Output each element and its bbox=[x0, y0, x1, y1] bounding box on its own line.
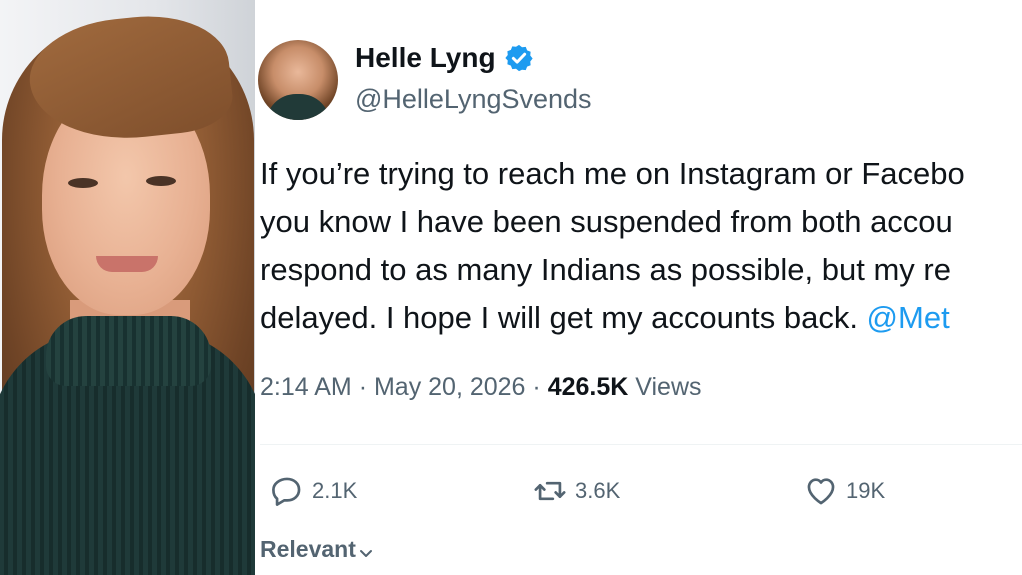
photo-turtleneck bbox=[46, 316, 211, 386]
replies-sort-label: Relevant bbox=[260, 536, 356, 562]
reply-count: 2.1K bbox=[312, 478, 358, 503]
tweet-card: Helle Lyng @HelleLyngSvends If you’re tr… bbox=[255, 0, 1022, 575]
views-count: 426.5K bbox=[547, 373, 629, 401]
profile-photo bbox=[0, 0, 255, 575]
reply-button[interactable]: 2.1K bbox=[270, 474, 357, 508]
photo-mouth bbox=[96, 256, 158, 272]
tweet-text-line: delayed. I hope I will get my accounts b… bbox=[260, 294, 1022, 342]
tweet-text-line: you know I have been suspended from both… bbox=[260, 204, 953, 239]
like-count: 19K bbox=[846, 478, 886, 503]
mention-link[interactable]: @Met bbox=[867, 300, 950, 335]
divider bbox=[260, 444, 1022, 445]
chevron-down-icon bbox=[359, 549, 372, 557]
photo-eye-right bbox=[146, 176, 176, 186]
avatar-sweater bbox=[266, 94, 330, 120]
display-name-text[interactable]: Helle Lyng bbox=[355, 42, 496, 74]
tweet-text: If you’re trying to reach me on Instagra… bbox=[260, 150, 1022, 342]
tweet-text-line: If you’re trying to reach me on Instagra… bbox=[260, 156, 965, 191]
tweet-text-line-content: delayed. I hope I will get my accounts b… bbox=[260, 300, 867, 335]
like-button[interactable]: 19K bbox=[804, 474, 885, 508]
meta-separator: · bbox=[532, 373, 541, 401]
verified-badge-icon bbox=[504, 44, 533, 72]
retweet-button[interactable]: 3.6K bbox=[533, 474, 620, 508]
photo-eye-left bbox=[68, 178, 98, 188]
retweet-icon bbox=[534, 481, 566, 501]
tweet-meta: 2:14 AM · May 20, 2026 · 426.5K Views bbox=[260, 373, 702, 402]
retweet-count: 3.6K bbox=[575, 478, 621, 503]
user-handle[interactable]: @HelleLyngSvends bbox=[355, 84, 592, 115]
heart-icon bbox=[807, 478, 835, 505]
reply-icon bbox=[272, 477, 301, 506]
tweet-date[interactable]: May 20, 2026 bbox=[374, 373, 526, 401]
avatar[interactable] bbox=[258, 40, 338, 120]
display-name[interactable]: Helle Lyng bbox=[355, 42, 534, 74]
tweet-time[interactable]: 2:14 AM bbox=[260, 373, 352, 401]
replies-sort-dropdown[interactable]: Relevant bbox=[260, 536, 374, 563]
meta-separator: · bbox=[358, 373, 368, 401]
tweet-text-line: respond to as many Indians as possible, … bbox=[260, 252, 951, 287]
views-label: Views bbox=[635, 373, 702, 401]
